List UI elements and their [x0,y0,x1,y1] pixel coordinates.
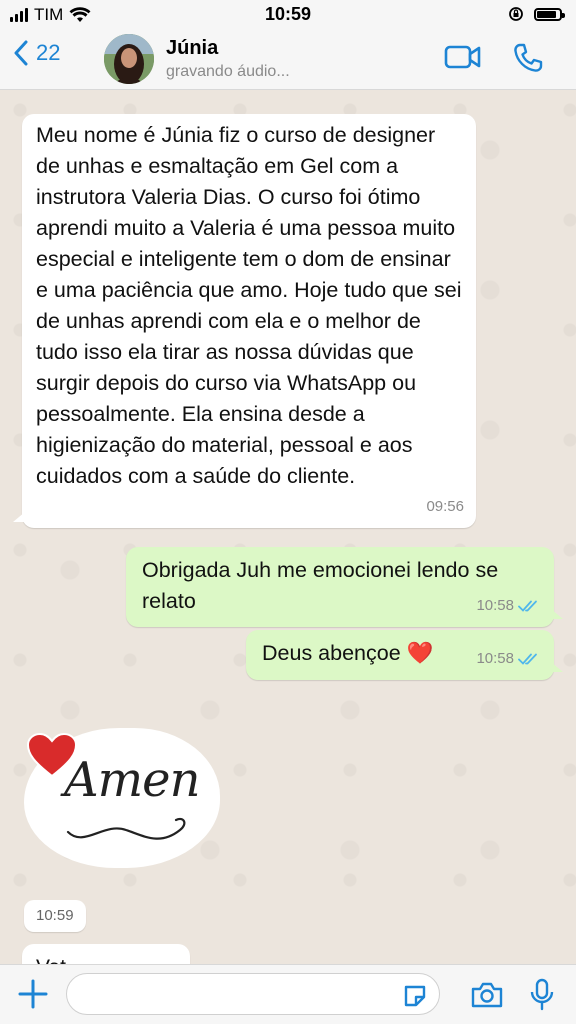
sticker-time: 10:59 [24,900,86,932]
camera-icon[interactable] [470,981,504,1009]
swirl-ornament [66,817,186,840]
orientation-lock-icon [509,7,523,21]
video-camera-icon[interactable] [444,44,482,70]
message-meta: 10:58 [476,643,540,674]
chat-header: 22 Júnia gravando áudio... [0,30,576,90]
microphone-icon[interactable] [530,978,554,1012]
sticker-icon[interactable] [402,983,428,1009]
contact-name[interactable]: Júnia [166,37,218,60]
message-time: 10:58 [476,597,514,614]
message-bubble-outgoing[interactable]: Obrigada Juh me emocionei lendo se relat… [126,547,563,627]
status-bar: TIM 10:59 [0,0,576,30]
message-input[interactable] [66,973,440,1015]
avatar-photo [104,34,154,84]
plus-icon[interactable] [16,977,50,1011]
battery-icon [534,7,565,21]
message-meta: 10:58 [476,590,540,621]
double-check-icon [518,653,537,665]
contact-avatar[interactable] [104,34,154,84]
message-bubble-outgoing[interactable]: Deus abençoe ❤️ 10:58 [246,630,563,680]
message-text: Meu nome é Júnia fiz o curso de designer… [36,123,462,488]
bubble-tail [13,512,25,522]
message-meta: 09:56 [426,491,464,522]
message-time: 10:58 [476,650,514,667]
phone-icon[interactable] [512,42,544,74]
bubble-tail [551,609,563,619]
chevron-left-icon [14,40,28,66]
back-button[interactable]: 22 [14,40,60,66]
status-time: 10:59 [264,4,312,24]
message-composer [0,964,576,1024]
bubble-tail [551,662,563,672]
status-right [508,6,565,22]
amen-sticker[interactable]: Amen [24,728,220,868]
message-time: 09:56 [426,498,464,515]
double-check-icon [518,600,537,612]
sticker-text: Amen [64,752,200,808]
message-bubble-incoming[interactable]: Meu nome é Júnia fiz o curso de designer… [13,114,476,528]
unread-count: 22 [36,40,61,65]
contact-status: gravando áudio... [166,63,290,80]
